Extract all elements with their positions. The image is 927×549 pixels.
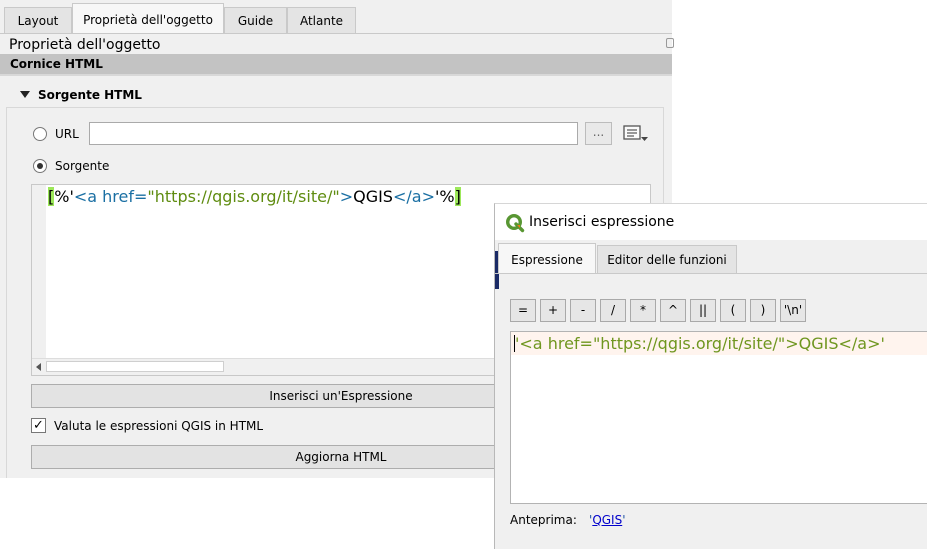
- tab-function-editor[interactable]: Editor delle funzioni: [597, 245, 737, 274]
- browse-button[interactable]: ...: [585, 122, 612, 145]
- operator-minus-button[interactable]: -: [570, 299, 596, 322]
- operator-multiply-button[interactable]: *: [630, 299, 656, 322]
- scroll-left-icon[interactable]: [36, 363, 41, 371]
- operator-close-paren-button[interactable]: ): [750, 299, 776, 322]
- insert-expression-dialog: Inserisci espressione Espressione Editor…: [494, 203, 927, 549]
- dialog-tab-divider: [495, 273, 927, 274]
- triangle-down-icon: [20, 91, 30, 98]
- code-tag-gt: >: [339, 187, 354, 206]
- preview-link[interactable]: QGIS: [592, 513, 622, 527]
- section-header: Cornice HTML: [0, 54, 672, 74]
- data-defined-override-icon[interactable]: [621, 123, 651, 145]
- tab-expression[interactable]: Espressione: [498, 243, 596, 274]
- preview-value: 'QGIS': [589, 513, 626, 527]
- operator-newline-button[interactable]: '\n': [780, 299, 806, 322]
- dialog-title: Inserisci espressione: [529, 214, 675, 230]
- code-percent-open: %': [54, 187, 74, 206]
- section-divider: [0, 74, 672, 76]
- dialog-titlebar: Inserisci espressione: [495, 204, 927, 240]
- code-end-tag: </a>: [392, 187, 435, 206]
- code-percent-close: '%: [434, 187, 455, 206]
- operator-open-paren-button[interactable]: (: [720, 299, 746, 322]
- code-line: [%'<a href="https://qgis.org/it/site/">Q…: [48, 187, 461, 206]
- tab-guides[interactable]: Guide: [224, 7, 287, 33]
- expression-editor[interactable]: '<a href="https://qgis.org/it/site/">QGI…: [510, 331, 927, 504]
- tab-item-properties[interactable]: Proprietà dell'oggetto: [72, 3, 224, 34]
- panel-title: Proprietà dell'oggetto: [9, 37, 161, 53]
- url-input[interactable]: [89, 122, 578, 145]
- panel-tabbar: Layout Proprietà dell'oggetto Guide Atla…: [0, 0, 672, 34]
- operator-divide-button[interactable]: /: [600, 299, 626, 322]
- operator-equals-button[interactable]: =: [510, 299, 536, 322]
- url-radio[interactable]: [33, 127, 47, 141]
- qgis-logo-icon: [505, 213, 525, 233]
- group-title: Sorgente HTML: [38, 88, 142, 102]
- evaluate-expressions-label: Valuta le espressioni QGIS in HTML: [54, 419, 264, 433]
- code-link-text: QGIS: [353, 187, 393, 206]
- evaluate-expressions-checkbox[interactable]: ✓: [31, 418, 46, 433]
- code-href: "https://qgis.org/it/site/": [147, 187, 340, 206]
- tab-atlas[interactable]: Atlante: [287, 7, 356, 33]
- operator-plus-button[interactable]: +: [540, 299, 566, 322]
- html-source-group-toggle[interactable]: Sorgente HTML: [20, 88, 142, 102]
- editor-margin: [32, 185, 46, 359]
- preview-quote-close: ': [622, 513, 626, 527]
- url-label: URL: [55, 127, 79, 141]
- tabbar-divider: [0, 33, 672, 34]
- bracket-close: ]: [454, 187, 461, 206]
- operator-power-button[interactable]: ^: [660, 299, 686, 322]
- operator-concat-button[interactable]: ||: [690, 299, 716, 322]
- source-label: Sorgente: [55, 159, 110, 173]
- check-icon: ✓: [33, 418, 44, 433]
- preview-label: Anteprima:: [510, 513, 577, 527]
- code-tag-open: <a href=: [73, 187, 148, 206]
- scrollbar-thumb[interactable]: [46, 361, 224, 372]
- source-radio[interactable]: [33, 159, 47, 173]
- expression-text: '<a href="https://qgis.org/it/site/">QGI…: [515, 334, 885, 353]
- tab-layout[interactable]: Layout: [4, 7, 72, 33]
- dock-float-icon[interactable]: [666, 38, 674, 48]
